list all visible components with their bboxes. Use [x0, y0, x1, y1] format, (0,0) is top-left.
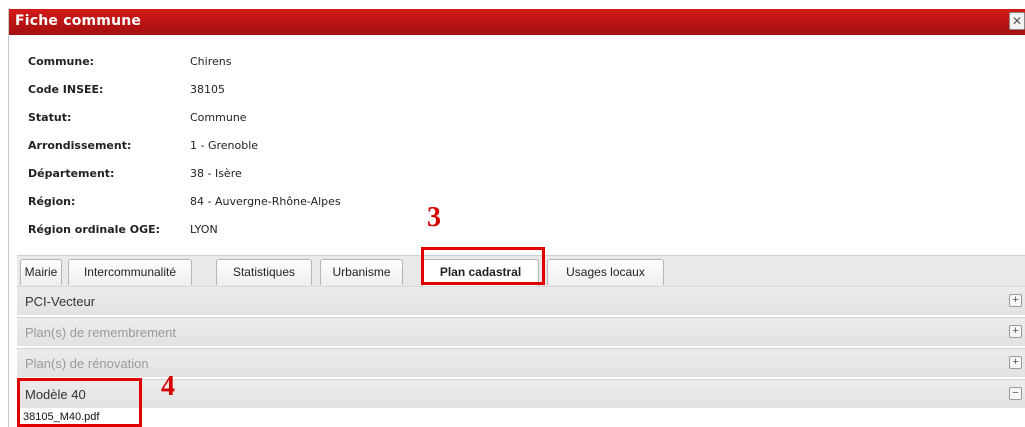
info-value: 84 - Auvergne-Rhône-Alpes: [190, 195, 341, 208]
info-label: Département:: [28, 167, 115, 180]
tab-mairie[interactable]: Mairie: [20, 259, 62, 285]
annotation-box-modele-40: [17, 378, 142, 427]
window-titlebar: Fiche commune ✕: [9, 9, 1025, 35]
accordion-label: Plan(s) de remembrement: [25, 325, 176, 340]
tab-statistiques[interactable]: Statistiques: [216, 259, 312, 285]
tab-usages-locaux[interactable]: Usages locaux: [547, 259, 664, 285]
expand-icon[interactable]: +: [1009, 356, 1022, 369]
info-label: Région:: [28, 195, 76, 208]
info-value: 38 - Isère: [190, 167, 242, 180]
info-value: Commune: [190, 111, 247, 124]
info-value: 38105: [190, 83, 225, 96]
info-label: Commune:: [28, 55, 95, 68]
close-icon[interactable]: ✕: [1009, 12, 1025, 30]
accordion-pci-vecteur[interactable]: PCI-Vecteur +: [17, 286, 1025, 316]
annotation-marker-4: 4: [161, 371, 175, 402]
fiche-commune-window: Fiche commune ✕ Commune: Chirens Code IN…: [8, 9, 1025, 427]
info-value: Chirens: [190, 55, 232, 68]
annotation-box-plan-cadastral: [421, 247, 545, 285]
info-label: Arrondissement:: [28, 139, 132, 152]
info-value: 1 - Grenoble: [190, 139, 259, 152]
annotation-marker-3: 3: [427, 202, 441, 233]
accordion-plans-remembrement[interactable]: Plan(s) de remembrement +: [17, 317, 1025, 347]
expand-icon[interactable]: +: [1009, 294, 1022, 307]
info-label: Région ordinale OGE:: [28, 223, 161, 236]
accordion-label: PCI-Vecteur: [25, 294, 96, 309]
accordion-label: Plan(s) de rénovation: [25, 356, 149, 371]
tab-intercommunalite[interactable]: Intercommunalité: [68, 259, 192, 285]
expand-icon[interactable]: +: [1009, 325, 1022, 338]
info-value: LYON: [190, 223, 218, 236]
collapse-icon[interactable]: −: [1009, 387, 1022, 400]
window-title: Fiche commune: [15, 13, 142, 29]
info-label: Code INSEE:: [28, 83, 104, 96]
tab-urbanisme[interactable]: Urbanisme: [320, 259, 403, 285]
info-label: Statut:: [28, 111, 72, 124]
